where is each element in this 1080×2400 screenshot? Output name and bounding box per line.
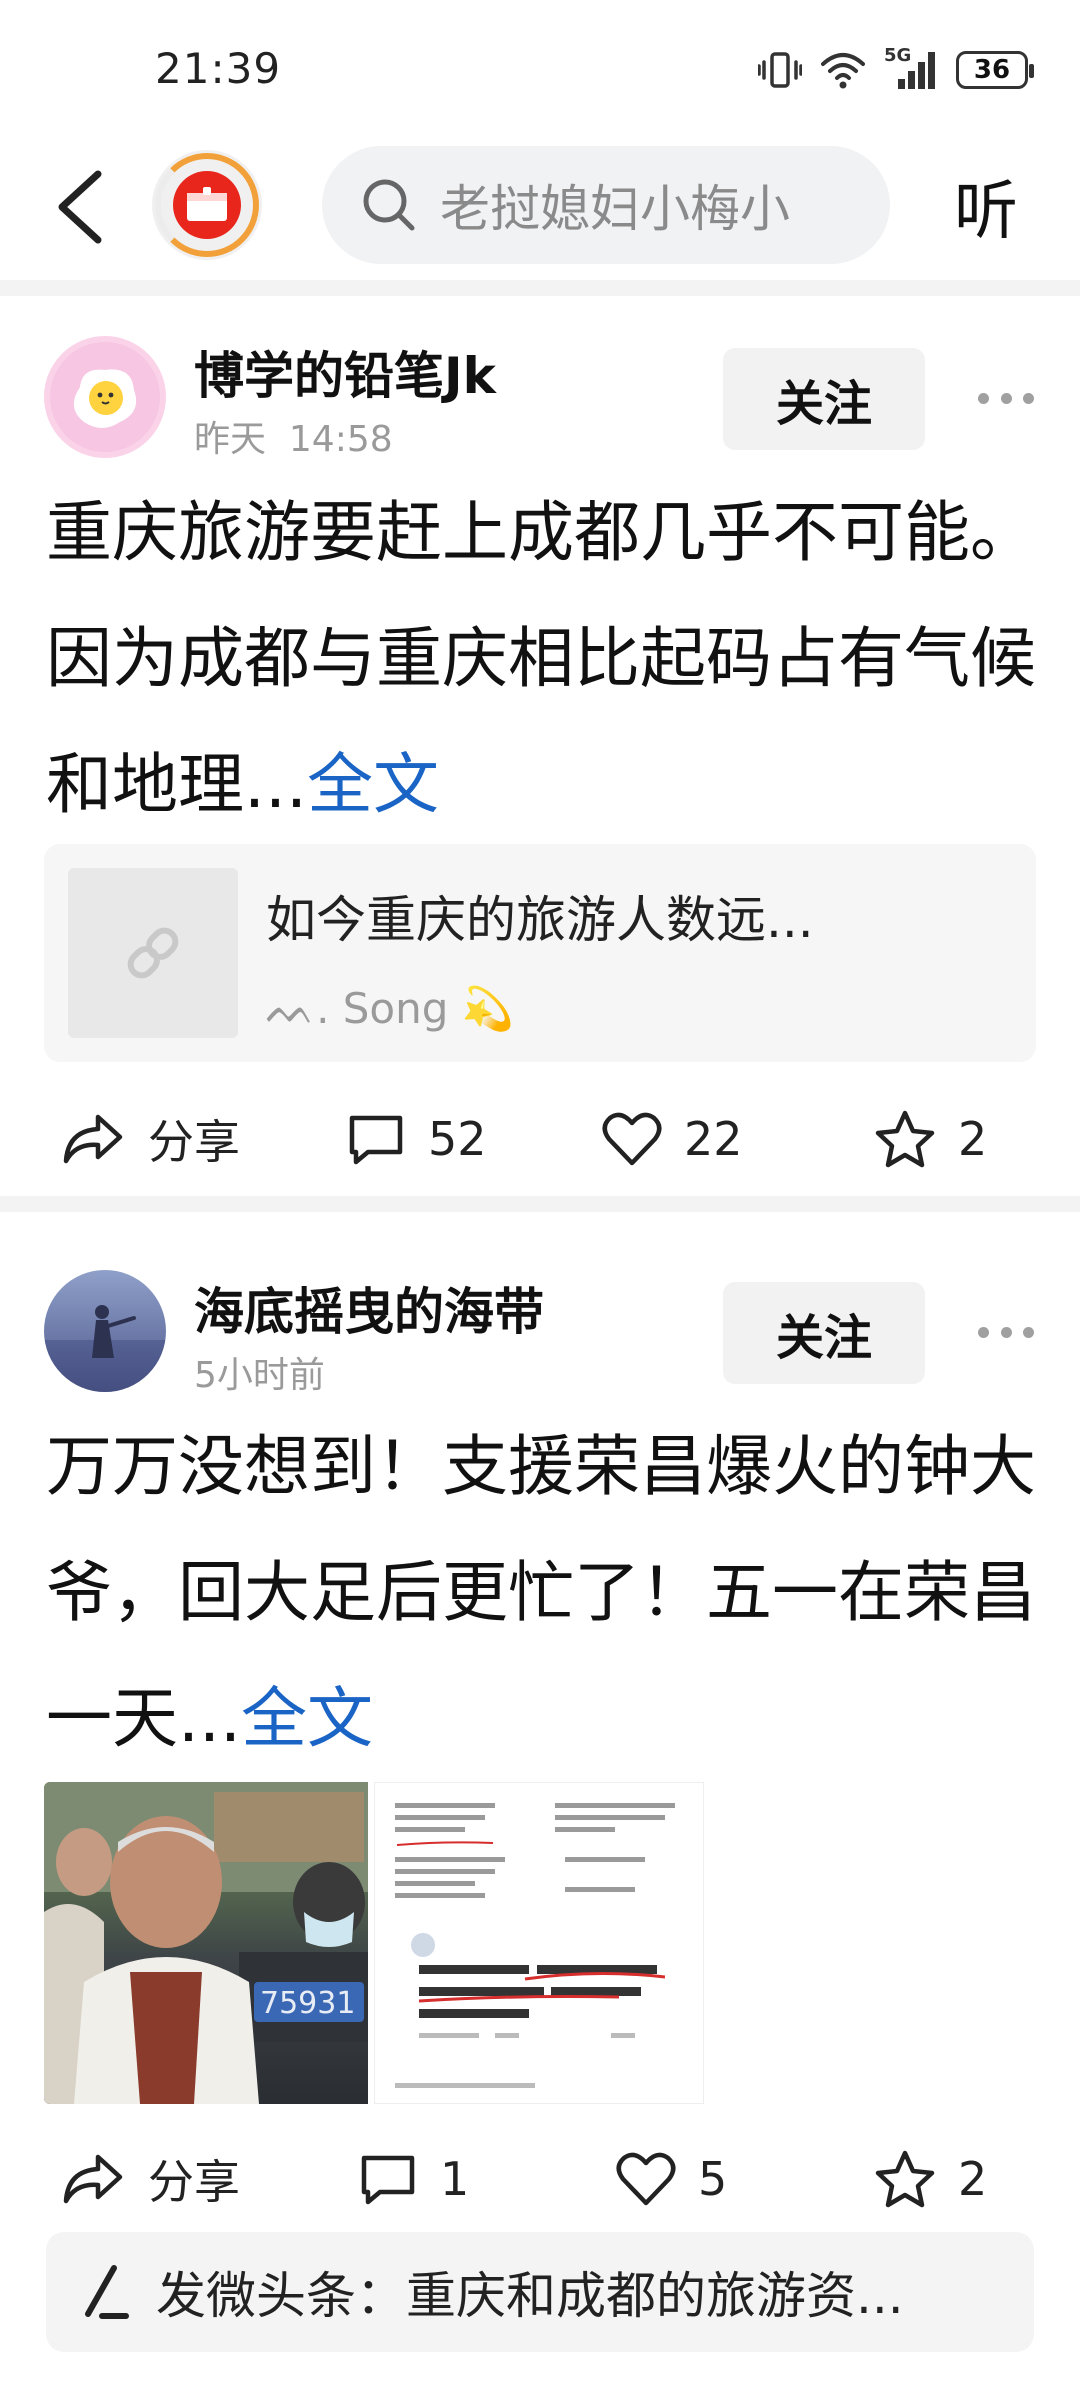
avatar[interactable] — [44, 336, 166, 458]
section-divider — [0, 1196, 1080, 1212]
comment-count: 52 — [428, 1112, 487, 1166]
fulltext-link[interactable]: 全文 — [241, 1680, 373, 1757]
heart-icon — [616, 2152, 676, 2206]
fulltext-link[interactable]: 全文 — [307, 746, 439, 823]
share-label: 分享 — [148, 1115, 240, 1169]
search-bar[interactable]: 老挝媳妇小梅小 — [322, 146, 890, 264]
share-icon — [63, 1114, 123, 1164]
post-date: 5小时前 — [194, 1355, 325, 1396]
follow-button[interactable]: 关注 — [723, 348, 925, 450]
link-title: 如今重庆的旅游人数远... — [266, 891, 814, 949]
comment-icon — [349, 1115, 403, 1165]
post-actions: 分享 52 22 2 — [0, 1094, 1080, 1184]
post-text[interactable]: 重庆旅游要赶上成都几乎不可能。因为成都与重庆相比起码占有气候和地理...全文 — [46, 470, 1046, 848]
share-button[interactable]: 分享 — [62, 2134, 240, 2224]
app-logo[interactable] — [152, 150, 262, 260]
battery-level: 36 — [973, 55, 1011, 85]
vibrate-icon — [758, 52, 802, 88]
follow-button[interactable]: 关注 — [723, 1282, 925, 1384]
share-icon — [63, 2154, 123, 2204]
author-name[interactable]: 博学的铅笔Jk — [194, 336, 496, 408]
status-time: 21:39 — [155, 44, 282, 93]
link-icon — [127, 927, 179, 979]
like-count: 5 — [698, 2152, 728, 2206]
news-logo-icon — [187, 187, 227, 221]
silhouette-avatar-icon — [44, 1305, 166, 1392]
link-thumbnail — [68, 868, 238, 1038]
more-options-button[interactable] — [978, 1322, 1034, 1342]
comment-button[interactable]: 1 — [358, 2134, 469, 2224]
post-meta: 昨天 14:58 — [194, 410, 393, 462]
post-date: 昨天 — [194, 419, 267, 460]
heart-icon — [602, 1112, 662, 1166]
comment-screenshot-image[interactable] — [374, 1782, 704, 2104]
more-dots-icon — [978, 1326, 989, 1338]
post-actions: 分享 1 5 2 — [0, 2134, 1080, 2224]
section-divider — [0, 280, 1080, 296]
like-button[interactable]: 5 — [616, 2134, 727, 2224]
post-text-content: 万万没想到！支援荣昌爆火的钟大爷，回大足后更忙了！五一在荣昌一天... — [46, 1428, 1036, 1757]
link-source: ᨓ. Song 💫 — [266, 984, 515, 1033]
screenshot-comments-graphic — [375, 1783, 703, 2103]
post-card[interactable]: 海底摇曳的海带 5小时前 关注 万万没想到！支援荣昌爆火的钟大爷，回大足后更忙了… — [0, 1212, 1080, 2222]
photo-man-cooking: 75931 — [44, 1782, 368, 2104]
listen-button[interactable]: 听 — [954, 160, 1018, 252]
compose-prompt: 发微头条：重庆和成都的旅游资... — [156, 2267, 904, 2325]
signal-icon: 5G — [884, 45, 938, 91]
star-icon — [875, 2150, 935, 2208]
compose-bar[interactable]: 发微头条：重庆和成都的旅游资... — [46, 2232, 1034, 2352]
favorite-button[interactable]: 2 — [874, 2134, 987, 2224]
share-button[interactable]: 分享 — [62, 1094, 240, 1184]
back-arrow-icon — [58, 170, 102, 244]
status-icons: 5G 36 — [758, 45, 1034, 92]
top-nav: 老挝媳妇小梅小 听 — [0, 140, 1080, 280]
fried-egg-avatar-icon — [50, 342, 160, 452]
more-options-button[interactable] — [978, 388, 1034, 408]
like-count: 22 — [684, 1112, 743, 1166]
star-icon — [875, 1110, 935, 1168]
status-bar: 21:39 5G 36 — [0, 0, 1080, 140]
battery-icon: 36 — [956, 51, 1034, 89]
share-label: 分享 — [148, 2155, 240, 2209]
more-dots-icon — [978, 392, 989, 404]
comment-button[interactable]: 52 — [346, 1094, 487, 1184]
favorite-button[interactable]: 2 — [874, 1094, 987, 1184]
svg-text:75931: 75931 — [260, 1986, 355, 2021]
avatar[interactable] — [44, 1270, 166, 1392]
post-images: 75931 — [44, 1782, 704, 2104]
pencil-icon — [85, 2265, 129, 2319]
post-text[interactable]: 万万没想到！支援荣昌爆火的钟大爷，回大足后更忙了！五一在荣昌一天...全文 — [46, 1404, 1046, 1782]
search-icon — [363, 179, 415, 231]
back-button[interactable] — [48, 162, 118, 252]
post-card[interactable]: 博学的铅笔Jk 昨天 14:58 关注 重庆旅游要赶上成都几乎不可能。因为成都与… — [0, 296, 1080, 1196]
post-photo[interactable]: 75931 — [44, 1782, 368, 2104]
wifi-icon — [821, 53, 865, 89]
favorite-count: 2 — [958, 1112, 988, 1166]
post-text-content: 重庆旅游要赶上成都几乎不可能。因为成都与重庆相比起码占有气候和地理... — [46, 494, 1036, 823]
search-placeholder: 老挝媳妇小梅小 — [440, 180, 790, 238]
comment-count: 1 — [440, 2152, 470, 2206]
post-time: 14:58 — [288, 419, 393, 460]
author-name[interactable]: 海底摇曳的海带 — [194, 1272, 544, 1344]
post-meta: 5小时前 — [194, 1346, 325, 1398]
like-button[interactable]: 22 — [602, 1094, 743, 1184]
linked-article-card[interactable]: 如今重庆的旅游人数远... ᨓ. Song 💫 — [44, 844, 1036, 1062]
comment-icon — [361, 2155, 415, 2205]
favorite-count: 2 — [958, 2152, 988, 2206]
